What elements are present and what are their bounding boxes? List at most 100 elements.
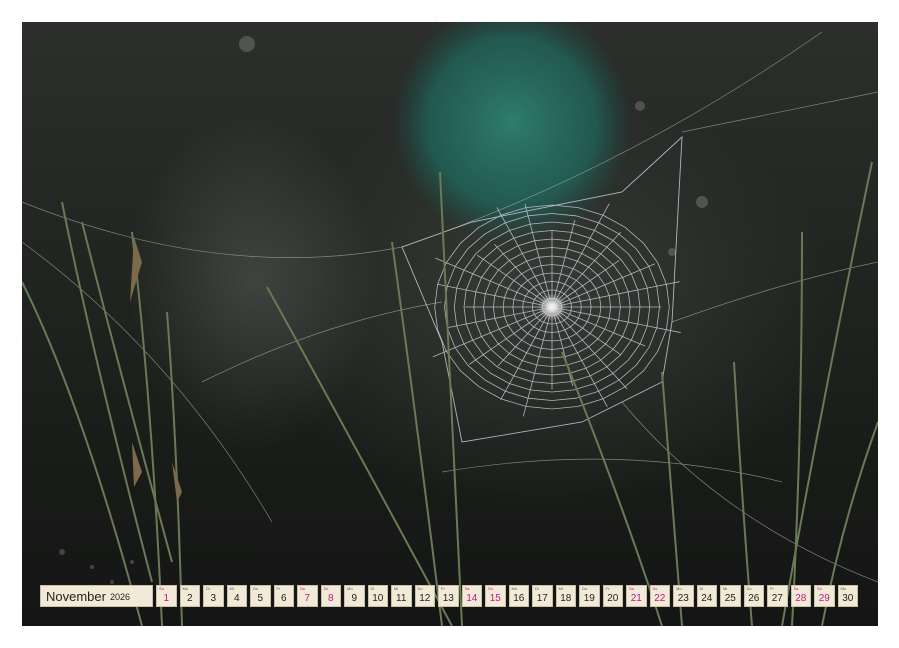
calendar-photo: [22, 22, 878, 626]
day-cell: Do 26: [743, 585, 764, 607]
day-number: 27: [771, 593, 783, 604]
day-cell: Mi 4: [226, 585, 247, 607]
calendar-strip: November 2026 So 1 Mo 2 Di 3 Mi 4 Do 5 Fr 6 Sa 7 So 8 Mo…: [40, 585, 858, 607]
weekday-abbrev: Fr: [276, 586, 281, 591]
web-center-glow: [538, 293, 566, 321]
day-number: 21: [630, 593, 642, 604]
day-cell: Do 19: [579, 585, 600, 607]
day-number: 7: [304, 593, 311, 604]
weekday-abbrev: Mo: [182, 586, 189, 591]
weekday-abbrev: So: [817, 586, 822, 591]
day-cell: So 29: [814, 585, 835, 607]
day-cell: Fr 13: [438, 585, 459, 607]
day-number: 8: [327, 593, 334, 604]
day-cell: Mo 16: [508, 585, 529, 607]
weekday-abbrev: Fr: [441, 586, 445, 591]
day-cell: Sa 21: [626, 585, 647, 607]
month-name: November: [46, 588, 106, 604]
weekday-abbrev: Do: [417, 586, 423, 591]
day-number: 9: [351, 593, 358, 604]
weekday-abbrev: Sa: [464, 586, 470, 591]
day-number: 22: [654, 593, 666, 604]
day-cell: Mo 9: [344, 585, 365, 607]
web-spoke: [500, 306, 553, 400]
day-cell: Mo 2: [179, 585, 200, 607]
day-number: 23: [677, 593, 689, 604]
weekday-abbrev: Mo: [840, 586, 847, 591]
day-cell: Mi 11: [391, 585, 412, 607]
weekday-abbrev: Do: [746, 586, 752, 591]
day-number: 28: [795, 593, 807, 604]
day-cell: Di 10: [367, 585, 388, 607]
day-number: 6: [280, 593, 287, 604]
weekday-abbrev: Mo: [347, 586, 353, 591]
day-cell: Fr 20: [602, 585, 623, 607]
day-number: 2: [186, 593, 193, 604]
weekday-abbrev: Mo: [511, 586, 518, 591]
lens-flare: [392, 22, 632, 242]
day-number: 3: [210, 593, 217, 604]
day-number: 10: [372, 593, 384, 604]
day-number: 14: [466, 593, 478, 604]
spider-web-photo: [22, 22, 878, 626]
day-number: 25: [724, 593, 736, 604]
day-cell: Sa 7: [297, 585, 318, 607]
day-number: 18: [560, 593, 572, 604]
day-number: 5: [257, 593, 264, 604]
day-cell: Fr 27: [767, 585, 788, 607]
day-number: 17: [536, 593, 548, 604]
weekday-abbrev: So: [652, 586, 658, 591]
day-number: 1: [163, 593, 170, 604]
weekday-abbrev: Mi: [394, 586, 399, 591]
day-number: 24: [701, 593, 713, 604]
weekday-abbrev: Mi: [229, 586, 234, 591]
weekday-abbrev: So: [488, 586, 493, 591]
day-number: 15: [489, 593, 501, 604]
day-cell: Do 5: [250, 585, 271, 607]
grass-stalks: [22, 161, 878, 626]
weekday-abbrev: Fr: [605, 586, 610, 591]
day-cell: Di 3: [203, 585, 224, 607]
day-cell: Mi 18: [555, 585, 576, 607]
weekday-abbrev: Di: [206, 586, 210, 591]
day-number: 13: [442, 593, 454, 604]
day-cell: So 1: [156, 585, 177, 607]
day-number: 20: [607, 593, 619, 604]
day-cell: Fr 6: [273, 585, 294, 607]
weekday-abbrev: Mi: [723, 586, 728, 591]
day-cell: Mo 23: [673, 585, 694, 607]
day-number: 16: [513, 593, 525, 604]
day-cell: Sa 28: [790, 585, 811, 607]
day-cell: Sa 14: [461, 585, 482, 607]
weekday-abbrev: Fr: [770, 586, 774, 591]
day-cell: Do 12: [414, 585, 435, 607]
month-label: November 2026: [40, 585, 153, 607]
day-cell: So 22: [649, 585, 670, 607]
weekday-abbrev: Di: [370, 586, 375, 591]
day-number: 19: [583, 593, 595, 604]
weekday-abbrev: Do: [253, 586, 259, 591]
weekday-abbrev: Sa: [629, 586, 634, 591]
day-cell: Mi 25: [720, 585, 741, 607]
day-cell: So 8: [320, 585, 341, 607]
weekday-abbrev: So: [159, 586, 164, 591]
weekday-abbrev: Mi: [558, 586, 563, 591]
day-number: 12: [419, 593, 431, 604]
weekday-abbrev: Do: [582, 586, 588, 591]
weekday-abbrev: Mo: [676, 586, 682, 591]
day-cell: Di 17: [532, 585, 553, 607]
day-number: 30: [842, 593, 854, 604]
year-label: 2026: [109, 592, 130, 602]
day-cell: Di 24: [696, 585, 717, 607]
weekday-abbrev: Di: [535, 586, 539, 591]
weekday-abbrev: Di: [699, 586, 704, 591]
weekday-abbrev: So: [323, 586, 329, 591]
day-number: 11: [396, 593, 407, 604]
day-number: 29: [818, 593, 830, 604]
day-number: 26: [748, 593, 760, 604]
weekday-abbrev: Sa: [300, 586, 305, 591]
weekday-abbrev: Sa: [793, 586, 799, 591]
day-number: 4: [233, 593, 240, 604]
day-cell: Mo 30: [837, 585, 858, 607]
day-cell: So 15: [485, 585, 506, 607]
